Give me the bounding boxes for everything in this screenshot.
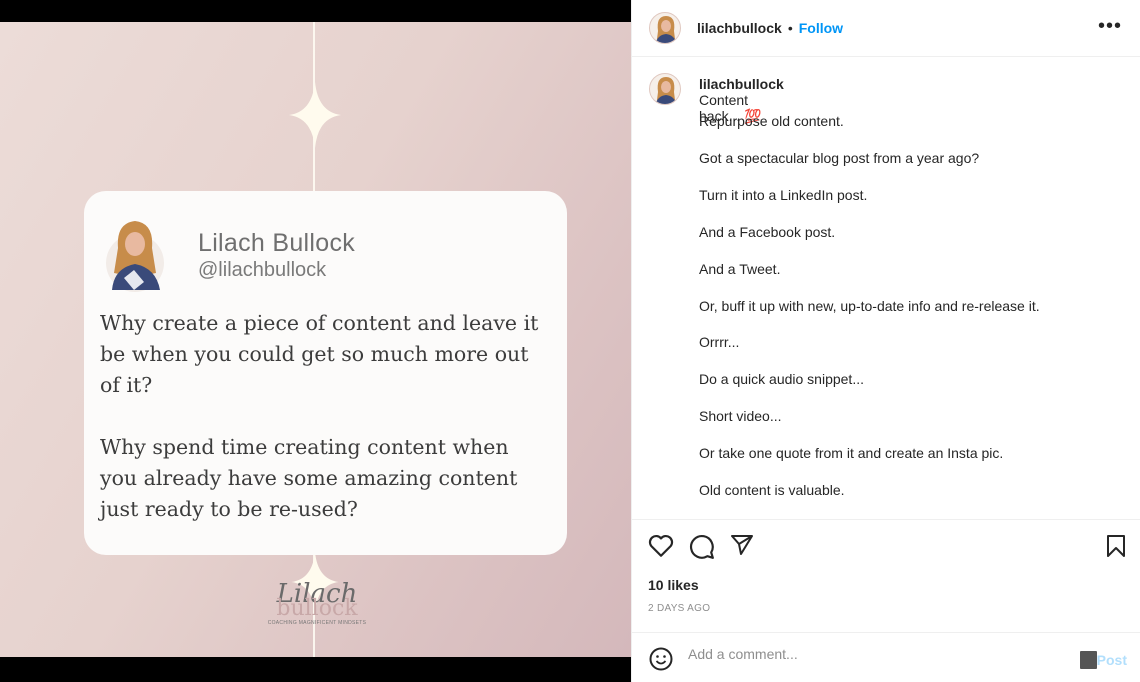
- share-icon[interactable]: [730, 534, 754, 556]
- quote-card: Lilach Bullock @lilachbullock Why create…: [84, 191, 567, 555]
- caption-line: Turn it into a LinkedIn post.: [699, 186, 868, 203]
- comment-icon[interactable]: [689, 534, 715, 560]
- card-quote-2: Why spend time creating content when you…: [100, 435, 518, 521]
- post-sidebar: lilachbullock • Follow ••• 10 likes 2 DA…: [631, 0, 1140, 682]
- post-header: lilachbullock • Follow •••: [632, 0, 1140, 57]
- action-bar: 10 likes 2 DAYS AGO: [632, 519, 1140, 631]
- card-author-handle: @lilachbullock: [198, 259, 327, 281]
- caption-line: Got a spectacular blog post from a year …: [699, 149, 980, 166]
- sparkle-icon: [289, 82, 341, 148]
- logo-line2: bullock: [276, 596, 358, 621]
- more-options-icon[interactable]: •••: [1098, 15, 1122, 38]
- card-quote-1: Why create a piece of content and leave …: [100, 311, 539, 397]
- caption-line: Do a quick audio snippet...: [699, 371, 864, 388]
- post-media: Lilach Bullock @lilachbullock Why create…: [0, 0, 631, 682]
- author-photo: [106, 221, 164, 292]
- bookmark-icon[interactable]: [1106, 534, 1126, 558]
- likes-count[interactable]: 10 likes: [648, 577, 699, 593]
- resize-handle[interactable]: [1080, 651, 1097, 669]
- caption-line: Repurpose old content.: [699, 113, 844, 129]
- caption-line: Or, buff it up with new, up-to-date info…: [699, 297, 1040, 314]
- post-timestamp[interactable]: 2 DAYS AGO: [648, 603, 710, 614]
- separator-dot: •: [787, 20, 793, 36]
- post-image: Lilach Bullock @lilachbullock Why create…: [0, 22, 631, 657]
- follow-button[interactable]: Follow: [799, 20, 843, 36]
- caption-line: Old content is valuable.: [699, 482, 845, 498]
- comment-bar: Post: [632, 632, 1140, 682]
- caption-username[interactable]: lilachbullock: [699, 76, 784, 92]
- caption-line: Or take one quote from it and create an …: [699, 445, 1004, 462]
- brand-logo: Lilach bullock COACHING MAGNIFICENT MIND…: [262, 581, 372, 626]
- avatar[interactable]: [649, 73, 681, 105]
- emoji-icon[interactable]: [649, 647, 673, 671]
- card-author-name: Lilach Bullock: [198, 229, 356, 257]
- caption-line: Orrrr...: [699, 334, 740, 351]
- caption-line: Short video...: [699, 408, 782, 425]
- comment-input[interactable]: [688, 646, 1048, 662]
- like-heart-icon[interactable]: [648, 534, 674, 558]
- post-comment-button[interactable]: Post: [1097, 652, 1127, 668]
- avatar[interactable]: [649, 12, 681, 44]
- header-username[interactable]: lilachbullock: [697, 20, 782, 36]
- logo-tagline: COACHING MAGNIFICENT MINDSETS: [267, 620, 367, 626]
- caption-line: And a Tweet.: [699, 260, 781, 277]
- caption-line: And a Facebook post.: [699, 223, 836, 240]
